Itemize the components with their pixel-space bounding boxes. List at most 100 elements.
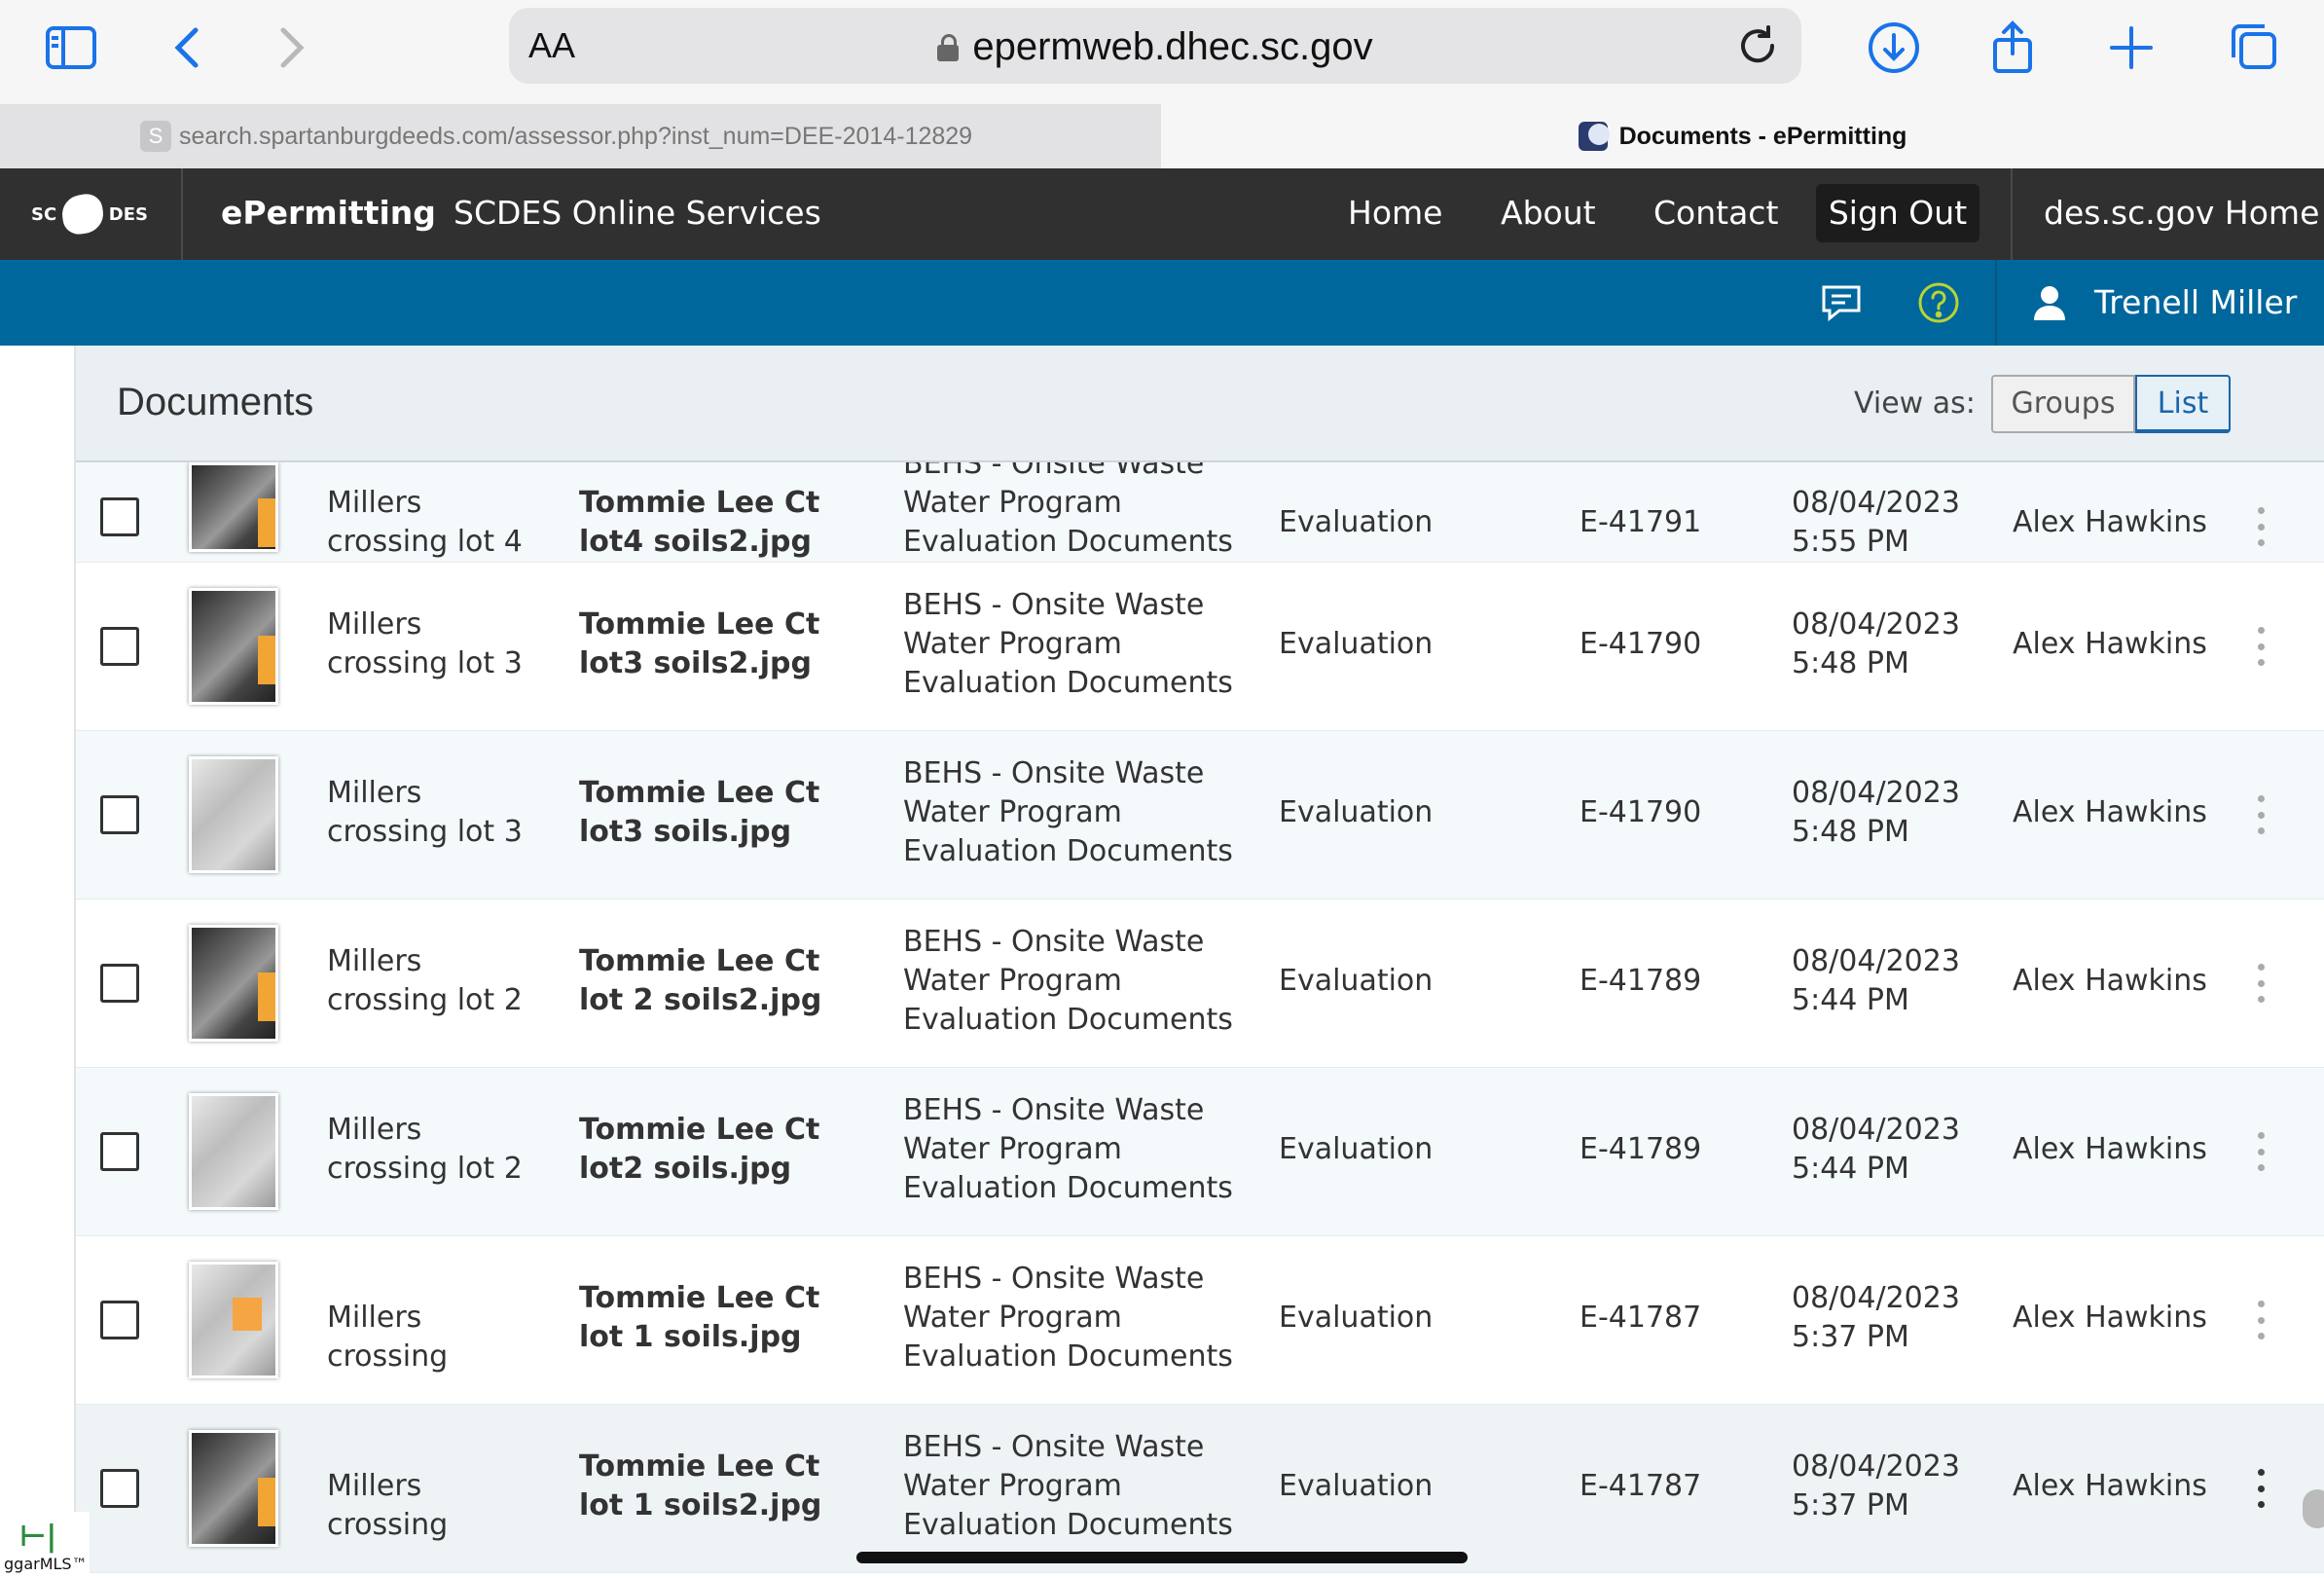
document-thumbnail[interactable] [189,756,278,873]
table-row[interactable]: Millers crossing lot 2 Tommie Lee Ct lot… [76,1068,2324,1236]
document-thumbnail[interactable] [189,588,278,705]
more-options-icon[interactable] [2256,627,2266,666]
document-category: Evaluation [1279,1301,1434,1335]
nav-des-home[interactable]: des.sc.gov Home [2044,194,2319,232]
logo-text-left: SC [31,203,57,225]
documents-list: Millers crossing lot 4 Tommie Lee Ct lot… [76,462,2324,1577]
document-filename[interactable]: Tommie Lee Ct lot 1 soils.jpg [579,1279,871,1357]
home-indicator[interactable] [856,1552,1468,1563]
more-options-icon[interactable] [2256,964,2266,1003]
share-icon[interactable] [1979,14,2047,82]
more-options-icon[interactable] [2256,1469,2266,1508]
help-icon[interactable] [1915,279,1962,326]
sign-out-button[interactable]: Sign Out [1816,184,1979,242]
view-groups-button[interactable]: Groups [1991,375,2135,433]
url-text[interactable]: epermweb.dhec.sc.gov [972,25,1372,68]
row-checkbox[interactable] [100,795,139,834]
table-row[interactable]: Millers crossing lot 4 Tommie Lee Ct lot… [76,462,2324,563]
document-type: BEHS - Onsite Waste Water Program Evalua… [903,1093,1233,1205]
document-category: Evaluation [1279,505,1434,539]
app-subtitle: SCDES Online Services [454,194,821,232]
nav-home[interactable]: Home [1348,194,1442,232]
back-icon[interactable] [154,14,222,82]
document-thumbnail[interactable] [189,1430,278,1547]
nav-about[interactable]: About [1501,194,1596,232]
document-date: 08/04/2023 5:44 PM [1792,1113,1960,1186]
browser-toolbar: AA epermweb.dhec.sc.gov [0,0,2324,104]
document-thumbnail[interactable] [189,925,278,1042]
table-row[interactable]: Millers crossing Tommie Lee Ct lot 1 soi… [76,1405,2324,1573]
document-name: Millers crossing [327,1469,449,1542]
download-icon[interactable] [1860,14,1928,82]
document-type: BEHS - Onsite Waste Water Program Evalua… [903,462,1233,559]
document-thumbnail[interactable] [189,1093,278,1210]
mls-watermark: ⊢| ggarMLS™ [0,1512,90,1577]
row-checkbox[interactable] [100,964,139,1003]
row-checkbox[interactable] [100,627,139,666]
state-outline-icon [59,192,106,237]
document-filename[interactable]: Tommie Lee Ct lot2 soils.jpg [579,1111,871,1189]
more-options-icon[interactable] [2256,1301,2266,1339]
page-title: Documents [117,381,314,423]
document-uploader: Alex Hawkins [2013,1301,2207,1335]
lock-icon [937,34,960,61]
forward-icon[interactable] [257,14,325,82]
tab-spartanburg-deeds[interactable]: S search.spartanburgdeeds.com/assessor.p… [0,104,1161,168]
document-thumbnail[interactable] [189,1262,278,1378]
row-checkbox[interactable] [100,1469,139,1508]
document-category: Evaluation [1279,964,1434,998]
sidebar-icon[interactable] [37,14,105,82]
document-filename[interactable]: Tommie Lee Ct lot3 soils.jpg [579,774,871,852]
reload-icon[interactable] [1733,21,1782,70]
nav-contact[interactable]: Contact [1653,194,1778,232]
document-filename[interactable]: Tommie Lee Ct lot 2 soils2.jpg [579,942,871,1020]
tab-title: Documents - ePermitting [1618,122,1907,150]
document-category: Evaluation [1279,1132,1434,1166]
row-checkbox[interactable] [100,1301,139,1339]
tab-overview-icon[interactable] [2219,14,2287,82]
left-sidebar [0,346,76,1577]
site-header: SC DES ePermitting SCDES Online Services… [0,168,2324,260]
feedback-icon[interactable] [1818,279,1865,326]
document-filename[interactable]: Tommie Lee Ct lot3 soils2.jpg [579,605,871,683]
document-name: Millers crossing lot 2 [327,1113,523,1186]
new-tab-icon[interactable] [2097,14,2165,82]
mls-watermark-text: ggarMLS™ [4,1555,88,1573]
document-uploader: Alex Hawkins [2013,1132,2207,1166]
scdes-logo[interactable]: SC DES [31,182,148,246]
table-row[interactable]: Millers crossing lot 3 Tommie Lee Ct lot… [76,731,2324,899]
app-title[interactable]: ePermitting [221,194,436,232]
document-thumbnail[interactable] [189,462,278,552]
tab-bar: S search.spartanburgdeeds.com/assessor.p… [0,104,2324,168]
address-bar[interactable]: AA epermweb.dhec.sc.gov [509,8,1801,84]
document-uploader: Alex Hawkins [2013,964,2207,998]
document-uploader: Alex Hawkins [2013,1469,2207,1503]
divider [1995,260,1997,346]
document-name: Millers crossing lot 3 [327,607,523,680]
row-checkbox[interactable] [100,1132,139,1171]
document-date: 08/04/2023 5:37 PM [1792,1449,1960,1522]
document-type: BEHS - Onsite Waste Water Program Evalua… [903,925,1233,1037]
more-options-icon[interactable] [2256,1132,2266,1171]
divider [2011,168,2013,260]
table-row[interactable]: Millers crossing lot 2 Tommie Lee Ct lot… [76,899,2324,1068]
document-filename[interactable]: Tommie Lee Ct lot 1 soils2.jpg [579,1448,871,1525]
view-list-button[interactable]: List [2135,375,2231,433]
scroll-handle[interactable] [2303,1489,2324,1528]
document-uploader: Alex Hawkins [2013,505,2207,539]
document-date: 08/04/2023 5:48 PM [1792,607,1960,680]
tab-documents-epermitting[interactable]: Documents - ePermitting [1161,104,2324,168]
table-row[interactable]: Millers crossing lot 3 Tommie Lee Ct lot… [76,563,2324,731]
document-number: E-41790 [1580,795,1702,829]
user-name[interactable]: Trenell Miller [2094,283,2297,321]
document-type: BEHS - Onsite Waste Water Program Evalua… [903,588,1233,700]
document-filename[interactable]: Tommie Lee Ct lot4 soils2.jpg [579,484,871,562]
row-checkbox[interactable] [100,497,139,536]
divider [181,168,183,260]
more-options-icon[interactable] [2256,795,2266,834]
site-favicon [1578,122,1610,151]
document-uploader: Alex Hawkins [2013,627,2207,661]
document-number: E-41790 [1580,627,1702,661]
table-row[interactable]: Millers crossing Tommie Lee Ct lot 1 soi… [76,1236,2324,1405]
more-options-icon[interactable] [2256,507,2266,546]
